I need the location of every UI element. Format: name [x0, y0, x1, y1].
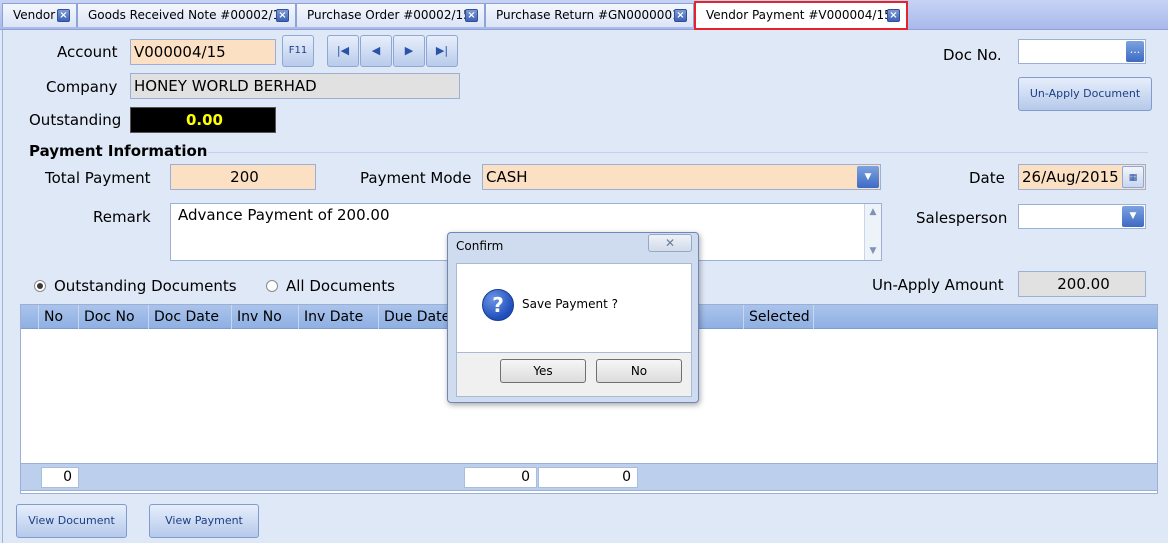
account-input[interactable]: V000004/15 [130, 39, 276, 65]
close-icon[interactable]: × [465, 9, 478, 22]
tab-label: Goods Received Note #00002/15 [88, 8, 288, 22]
grid-footer: 0 0 0 [20, 463, 1158, 491]
close-icon[interactable]: × [276, 9, 289, 22]
last-record-button[interactable]: ▶| [426, 35, 458, 67]
confirm-dialog: Confirm ✕ ? Save Payment ? Yes No [447, 232, 699, 403]
payment-mode-select[interactable]: CASH ▼ [482, 164, 881, 190]
company-label: Company [46, 78, 118, 96]
row-indicator-header [21, 305, 39, 329]
total-payment-input[interactable]: 200 [170, 164, 316, 190]
dialog-title: Confirm [456, 239, 504, 253]
account-label: Account [57, 43, 118, 61]
tab-goods-received-note[interactable]: Goods Received Note #00002/15 × [77, 3, 296, 27]
outstanding-documents-radio[interactable] [34, 280, 46, 292]
view-document-button[interactable]: View Document [16, 504, 127, 538]
all-documents-radio[interactable] [266, 280, 278, 292]
tab-vendor-payment[interactable]: Vendor Payment #V000004/15 × [694, 1, 908, 30]
no-button[interactable]: No [596, 359, 682, 383]
unapply-document-button[interactable]: Un-Apply Document [1018, 77, 1152, 111]
col-inv-date[interactable]: Inv Date [299, 305, 379, 329]
close-icon[interactable]: × [887, 9, 900, 22]
tab-label: Purchase Return #GN00000015 [496, 8, 688, 22]
question-icon: ? [482, 289, 514, 321]
footer-total-2: 0 [538, 467, 638, 488]
col-doc-date[interactable]: Doc Date [149, 305, 232, 329]
date-value: 26/Aug/2015 [1022, 168, 1119, 186]
payment-mode-label: Payment Mode [360, 169, 472, 187]
calendar-icon[interactable]: ▦ [1122, 166, 1144, 188]
next-icon: ▶ [404, 44, 414, 57]
col-selected[interactable]: Selected [744, 305, 814, 329]
tab-purchase-return[interactable]: Purchase Return #GN00000015 × [485, 3, 694, 27]
salesperson-label: Salesperson [916, 209, 1008, 227]
scroll-up-icon[interactable]: ▲ [865, 204, 881, 221]
tab-vendor[interactable]: Vendor × [2, 3, 77, 27]
section-divider [208, 152, 1148, 153]
dialog-body: ? Save Payment ? [456, 263, 692, 353]
yes-button[interactable]: Yes [500, 359, 586, 383]
tab-purchase-order[interactable]: Purchase Order #00002/15 × [296, 3, 485, 27]
date-label: Date [969, 169, 1005, 187]
all-documents-label[interactable]: All Documents [286, 277, 395, 295]
close-icon[interactable]: × [674, 9, 687, 22]
remark-value: Advance Payment of 200.00 [178, 206, 390, 224]
chevron-down-icon[interactable]: ▼ [1122, 206, 1144, 227]
prev-record-button[interactable]: ◀ [360, 35, 392, 67]
total-payment-label: Total Payment [45, 169, 151, 187]
ellipsis-icon[interactable]: ... [1126, 41, 1144, 62]
remark-scrollbar[interactable]: ▲ ▼ [864, 204, 881, 260]
tab-label: Vendor Payment #V000004/15 [706, 8, 892, 22]
footer-total-1: 0 [464, 467, 537, 488]
next-record-button[interactable]: ▶ [393, 35, 425, 67]
close-icon[interactable]: × [57, 9, 70, 22]
col-inv-no[interactable]: Inv No [232, 305, 299, 329]
scroll-down-icon[interactable]: ▼ [865, 243, 881, 260]
col-doc-no[interactable]: Doc No [79, 305, 149, 329]
f11-button[interactable]: F11 [282, 35, 314, 67]
first-record-button[interactable]: |◀ [327, 35, 359, 67]
unapply-amount-field: 200.00 [1018, 271, 1146, 297]
close-icon[interactable]: ✕ [648, 234, 692, 252]
col-no[interactable]: No [39, 305, 79, 329]
outstanding-label: Outstanding [29, 111, 122, 129]
company-field: HONEY WORLD BERHAD [130, 73, 460, 99]
date-input[interactable]: 26/Aug/2015 ▦ [1018, 164, 1146, 190]
tab-strip: Vendor × Goods Received Note #00002/15 ×… [0, 0, 1168, 30]
view-payment-button[interactable]: View Payment [149, 504, 259, 538]
footer-count: 0 [41, 467, 79, 488]
dialog-message: Save Payment ? [522, 297, 618, 311]
docno-input[interactable]: ... [1018, 39, 1146, 64]
last-icon: ▶| [435, 44, 449, 57]
dialog-footer: Yes No [456, 353, 692, 397]
outstanding-value: 0.00 [130, 107, 276, 133]
salesperson-select[interactable]: ▼ [1018, 204, 1146, 229]
outstanding-documents-label[interactable]: Outstanding Documents [54, 277, 237, 295]
docno-label: Doc No. [943, 46, 1002, 64]
first-icon: |◀ [336, 44, 350, 57]
prev-icon: ◀ [371, 44, 381, 57]
payment-info-title: Payment Information [29, 142, 208, 160]
chevron-down-icon[interactable]: ▼ [857, 166, 879, 188]
payment-mode-value: CASH [486, 168, 528, 186]
unapply-amount-label: Un-Apply Amount [872, 276, 1004, 294]
tab-label: Purchase Order #00002/15 [307, 8, 471, 22]
remark-label: Remark [93, 208, 151, 226]
tab-label: Vendor [13, 8, 56, 22]
